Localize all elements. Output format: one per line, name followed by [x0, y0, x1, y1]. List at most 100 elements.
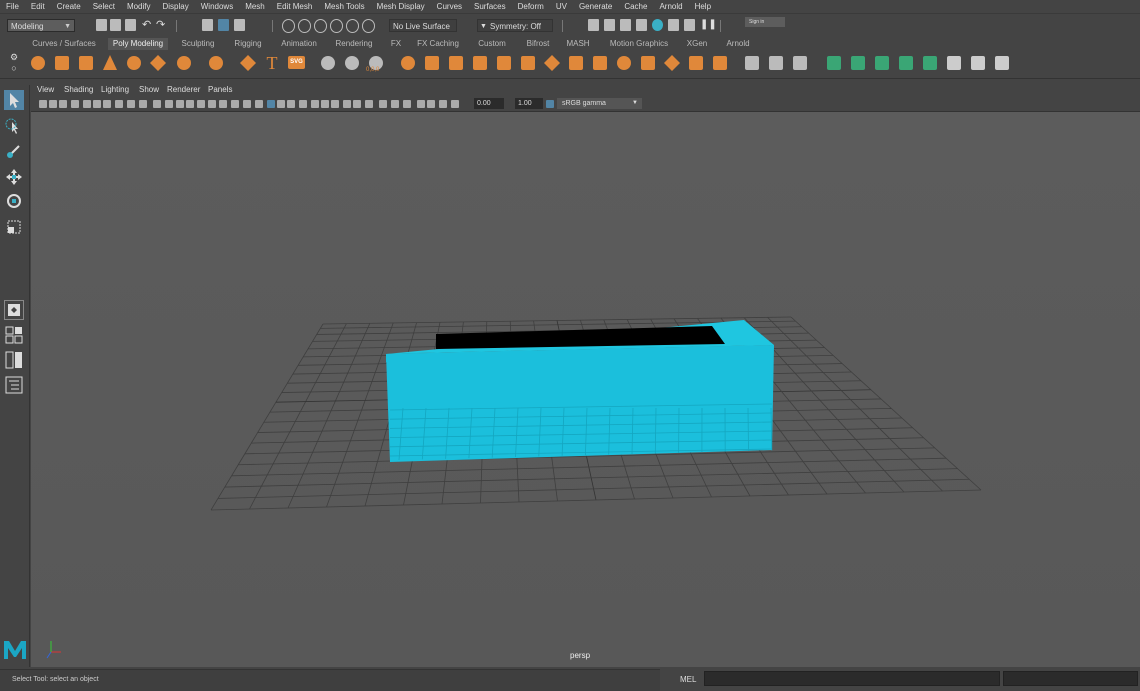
- panel-tool-icon[interactable]: [83, 100, 91, 108]
- uv-editor-icon[interactable]: [923, 56, 937, 70]
- panel-tool-icon[interactable]: [277, 100, 285, 108]
- cut-uv-icon[interactable]: [971, 56, 985, 70]
- platonic-solid-icon[interactable]: [209, 56, 223, 70]
- panel-tool-icon[interactable]: [311, 100, 319, 108]
- panel-tool-icon[interactable]: [127, 100, 135, 108]
- center-pivot-icon[interactable]: [321, 56, 335, 70]
- shelf-tab-fx-caching[interactable]: FX Caching: [414, 38, 462, 50]
- four-view-layout-button[interactable]: [4, 325, 24, 345]
- panel-tool-icon[interactable]: [321, 100, 329, 108]
- menu-windows[interactable]: Windows: [195, 2, 239, 11]
- panel-menu-shading[interactable]: Shading: [64, 85, 93, 94]
- uv-automatic-icon[interactable]: [899, 56, 913, 70]
- gamma-field[interactable]: 1.00: [515, 98, 543, 109]
- extrude-icon[interactable]: [521, 56, 535, 70]
- shelf-tab-rigging[interactable]: Rigging: [228, 38, 268, 50]
- uv-cylindrical-icon[interactable]: [851, 56, 865, 70]
- panel-tool-icon[interactable]: [115, 100, 123, 108]
- box-object[interactable]: [386, 320, 774, 462]
- panel-tool-icon[interactable]: [176, 100, 184, 108]
- ipr-render-icon[interactable]: [604, 19, 615, 31]
- panel-tool-icon[interactable]: [439, 100, 447, 108]
- menu-mesh-display[interactable]: Mesh Display: [371, 2, 431, 11]
- panel-menu-show[interactable]: Show: [139, 85, 159, 94]
- exposure-field[interactable]: 0.00: [474, 98, 504, 109]
- menu-mesh[interactable]: Mesh: [239, 2, 271, 11]
- poly-cube-icon[interactable]: [55, 56, 69, 70]
- panel-tool-icon[interactable]: [255, 100, 263, 108]
- multi-cut-icon[interactable]: [689, 56, 703, 70]
- panel-tool-icon[interactable]: [165, 100, 173, 108]
- uv-planar-icon[interactable]: [827, 56, 841, 70]
- panel-menu-panels[interactable]: Panels: [208, 85, 232, 94]
- perspective-viewport[interactable]: [31, 112, 1140, 667]
- uv-spherical-icon[interactable]: [875, 56, 889, 70]
- menu-display[interactable]: Display: [157, 2, 195, 11]
- menu-mesh-tools[interactable]: Mesh Tools: [318, 2, 370, 11]
- poly-sphere-icon[interactable]: [31, 56, 45, 70]
- panel-tool-icon[interactable]: [267, 100, 275, 108]
- menu-curves[interactable]: Curves: [431, 2, 468, 11]
- panel-tool-icon[interactable]: [427, 100, 435, 108]
- panel-tool-icon[interactable]: [343, 100, 351, 108]
- shelf-tab-mash[interactable]: MASH: [562, 38, 594, 50]
- panel-tool-icon[interactable]: [208, 100, 216, 108]
- text-tool-icon[interactable]: T: [264, 53, 280, 73]
- panel-tool-icon[interactable]: [59, 100, 67, 108]
- separate-icon[interactable]: [425, 56, 439, 70]
- paint-select-tool-button[interactable]: [4, 141, 24, 161]
- open-scene-icon[interactable]: [110, 19, 121, 31]
- shelf-tab-curves-surfaces[interactable]: Curves / Surfaces: [28, 38, 100, 50]
- snap-view-plane-icon[interactable]: [330, 19, 343, 33]
- panel-menu-lighting[interactable]: Lighting: [101, 85, 129, 94]
- panel-tool-icon[interactable]: [299, 100, 307, 108]
- shelf-tab-poly-modeling[interactable]: Poly Modeling: [108, 38, 168, 50]
- move-tool-button[interactable]: [4, 167, 24, 187]
- panel-tool-icon[interactable]: [287, 100, 295, 108]
- combine-icon[interactable]: [401, 56, 415, 70]
- panel-menu-renderer[interactable]: Renderer: [167, 85, 200, 94]
- symmetry-dropdown[interactable]: ▼ Symmetry: Off: [477, 19, 553, 32]
- panel-tool-icon[interactable]: [197, 100, 205, 108]
- panel-tool-icon[interactable]: [379, 100, 387, 108]
- view-transform-dropdown[interactable]: sRGB gamma ▼: [557, 98, 642, 109]
- shelf-tab-sculpting[interactable]: Sculpting: [178, 38, 218, 50]
- panel-tool-icon[interactable]: [39, 100, 47, 108]
- select-by-hierarchy-icon[interactable]: [202, 19, 213, 31]
- arnold-ipr-icon[interactable]: [684, 19, 695, 31]
- mirror-icon[interactable]: [497, 56, 511, 70]
- quad-draw-icon[interactable]: [745, 56, 759, 70]
- panel-tool-icon[interactable]: [49, 100, 57, 108]
- lasso-tool-button[interactable]: [4, 117, 24, 137]
- poly-cylinder-icon[interactable]: [79, 56, 93, 70]
- snap-live-icon[interactable]: [346, 19, 359, 33]
- scene-canvas[interactable]: [31, 112, 1140, 667]
- connect-icon[interactable]: [641, 56, 655, 70]
- sew-uv-icon[interactable]: [995, 56, 1009, 70]
- panel-tool-icon[interactable]: [231, 100, 239, 108]
- shelf-tab-custom[interactable]: Custom: [474, 38, 510, 50]
- shelf-tab-arnold[interactable]: Arnold: [720, 38, 756, 50]
- panel-tool-icon[interactable]: [71, 100, 79, 108]
- fill-hole-icon[interactable]: [593, 56, 607, 70]
- select-tool-button[interactable]: [4, 90, 24, 110]
- render-frame-icon[interactable]: [588, 19, 599, 31]
- scale-tool-button[interactable]: [4, 217, 24, 237]
- render-view-icon[interactable]: [652, 19, 663, 31]
- panel-tool-icon[interactable]: [451, 100, 459, 108]
- save-scene-icon[interactable]: [125, 19, 136, 31]
- arnold-render-icon[interactable]: [668, 19, 679, 31]
- undo-icon[interactable]: ↶: [142, 19, 153, 31]
- snap-grid-icon[interactable]: [282, 19, 295, 33]
- panel-tool-icon[interactable]: [353, 100, 361, 108]
- svg-tool-icon[interactable]: SVG: [288, 56, 305, 69]
- pause-icon[interactable]: ❚❚: [700, 19, 711, 31]
- bridge-icon[interactable]: [544, 55, 560, 71]
- shelf-tab-motion-graphics[interactable]: Motion Graphics: [605, 38, 673, 50]
- make-live-icon[interactable]: [362, 19, 375, 33]
- menu-set-dropdown[interactable]: Modeling ▼: [7, 19, 75, 32]
- menu-arnold[interactable]: Arnold: [653, 2, 688, 11]
- live-surface-field[interactable]: No Live Surface: [389, 19, 457, 32]
- checker-map-icon[interactable]: [947, 56, 961, 70]
- panel-tool-icon[interactable]: [103, 100, 111, 108]
